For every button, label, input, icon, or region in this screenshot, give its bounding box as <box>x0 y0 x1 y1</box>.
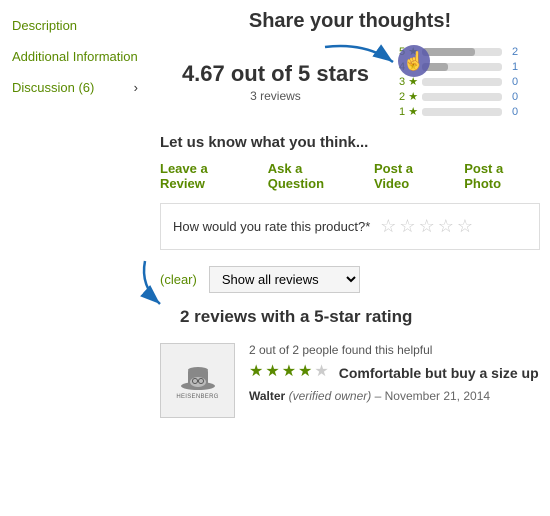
review-title: Comfortable but buy a size up <box>339 365 539 381</box>
review-author: Walter <box>249 389 285 403</box>
rating-score: 4.67 out of 5 stars <box>182 61 369 87</box>
rating-left: 4.67 out of 5 stars 3 reviews <box>182 61 369 103</box>
rate-row: How would you rate this product? * ☆ ☆ ☆… <box>173 216 527 237</box>
avatar-label: HEISENBERG <box>176 394 218 400</box>
tab-nav: Leave a Review Ask a Question Post a Vid… <box>160 161 540 191</box>
review-star-4: ★ <box>298 361 312 381</box>
additional-info-link[interactable]: Additional Information <box>12 49 138 64</box>
bar-bg-5 <box>422 48 502 56</box>
blue-arrow-filter <box>130 256 190 311</box>
reviewer-avatar: HEISENBERG <box>160 343 235 418</box>
bar-count-1: 0 <box>506 106 518 118</box>
review-item: HEISENBERG 2 out of 2 people found this … <box>160 343 540 418</box>
filter-select[interactable]: Show all reviews <box>209 266 360 293</box>
bar-count-2: 0 <box>506 91 518 103</box>
bar-count-3: 0 <box>506 76 518 88</box>
tab-leave-review[interactable]: Leave a Review <box>160 161 252 191</box>
rate-label: How would you rate this product? <box>173 219 365 234</box>
cursor-overlay: ☝ <box>398 45 430 77</box>
star-rating-input[interactable]: ☆ ☆ ☆ ☆ ☆ <box>380 216 473 237</box>
review-star-3: ★ <box>282 361 296 381</box>
bar-bg-2 <box>422 93 502 101</box>
heisenberg-hat-icon <box>179 362 217 392</box>
star-input-4[interactable]: ☆ <box>438 216 454 237</box>
chevron-right-icon: › <box>134 80 138 95</box>
reviews-heading-wrapper: 2 reviews with a 5-star rating <box>160 307 540 327</box>
rating-reviews-count: 3 reviews <box>182 89 369 103</box>
share-header: Share your thoughts! <box>160 10 540 33</box>
tab-post-photo[interactable]: Post a Photo <box>464 161 540 191</box>
bar-count-4: 1 <box>506 61 518 73</box>
star-2-icon: 2 ★ <box>399 90 418 103</box>
star-bar-row-1: 1 ★ 0 <box>399 105 518 118</box>
let-us-know-label: Let us know what you think... <box>160 134 540 151</box>
sidebar-item-discussion[interactable]: Discussion (6) › <box>0 72 150 103</box>
tab-post-video[interactable]: Post a Video <box>374 161 448 191</box>
bar-bg-4 <box>422 63 502 71</box>
sidebar-item-description[interactable]: Description <box>0 10 150 41</box>
review-star-2: ★ <box>265 361 279 381</box>
rating-summary: ☝ 4.67 out of 5 stars 3 reviews 5 ★ 2 4 … <box>160 45 540 118</box>
reviews-heading: 2 reviews with a 5-star rating <box>180 307 540 327</box>
review-star-1: ★ <box>249 361 263 381</box>
required-marker: * <box>365 219 370 234</box>
star-1-icon: 1 ★ <box>399 105 418 118</box>
review-date: November 21, 2014 <box>385 389 490 403</box>
description-link[interactable]: Description <box>12 18 77 33</box>
review-content: 2 out of 2 people found this helpful ★ ★… <box>249 343 540 403</box>
star-input-3[interactable]: ☆ <box>419 216 435 237</box>
discussion-link[interactable]: Discussion (6) <box>12 80 94 95</box>
sidebar-item-additional-info[interactable]: Additional Information <box>0 41 150 72</box>
review-star-5: ★ <box>314 361 328 381</box>
tab-ask-question[interactable]: Ask a Question <box>268 161 358 191</box>
review-form-box: How would you rate this product? * ☆ ☆ ☆… <box>160 203 540 250</box>
star-bar-row-2: 2 ★ 0 <box>399 90 518 103</box>
review-date-separator: – <box>375 389 385 403</box>
review-verified: (verified owner) <box>289 389 372 403</box>
bar-count-5: 2 <box>506 46 518 58</box>
star-input-2[interactable]: ☆ <box>399 216 415 237</box>
review-meta: Walter (verified owner) – November 21, 2… <box>249 389 540 403</box>
star-input-1[interactable]: ☆ <box>380 216 396 237</box>
filter-row: (clear) Show all reviews <box>160 266 540 293</box>
review-stars: ★ ★ ★ ★ ★ <box>249 361 329 381</box>
bar-bg-3 <box>422 78 502 86</box>
review-helpful: 2 out of 2 people found this helpful <box>249 343 540 357</box>
star-input-5[interactable]: ☆ <box>457 216 473 237</box>
bar-bg-1 <box>422 108 502 116</box>
